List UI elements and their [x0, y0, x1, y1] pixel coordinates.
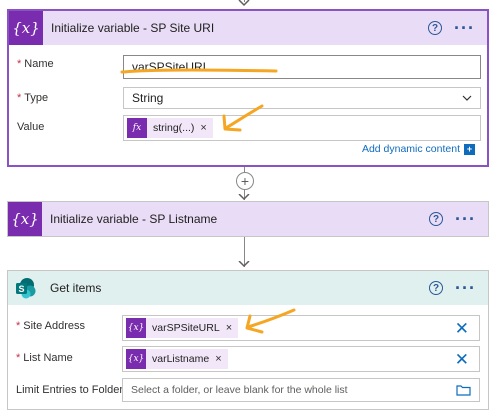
action-header[interactable]: {x} Initialize variable - SP Site URI ? …	[9, 11, 487, 45]
help-icon[interactable]: ?	[428, 21, 443, 35]
variable-token[interactable]: {x} varSPSiteURL ×	[126, 318, 239, 338]
expression-token[interactable]: fx string(...) ×	[127, 118, 213, 138]
help-icon[interactable]: ?	[429, 212, 444, 226]
action-title: Initialize variable - SP Site URI	[51, 21, 215, 35]
name-label: * Name	[17, 58, 54, 70]
clear-icon[interactable]: ✕	[455, 320, 469, 337]
variable-icon: {x}	[126, 349, 146, 369]
chevron-down-icon	[462, 95, 472, 101]
more-options-icon[interactable]: ···	[454, 19, 475, 37]
remove-token-icon[interactable]: ×	[200, 122, 206, 134]
list-name-label: * List Name	[16, 352, 73, 364]
arrow-down-icon	[238, 0, 250, 7]
expression-icon: fx	[127, 118, 147, 138]
value-label: Value	[17, 121, 45, 133]
type-label: * Type	[17, 92, 49, 104]
action-header[interactable]: {x} Initialize variable - SP Listname ? …	[8, 202, 488, 236]
folder-icon[interactable]	[456, 384, 471, 396]
variable-token-label: varListname	[152, 353, 210, 365]
add-icon: +	[464, 143, 475, 155]
remove-token-icon[interactable]: ×	[226, 322, 232, 334]
type-select[interactable]: String	[123, 87, 481, 109]
action-card-get-items[interactable]: S Get items ? ··· * Site Address {x} varS…	[7, 270, 489, 410]
variable-icon: {x}	[8, 202, 42, 236]
svg-text:S: S	[18, 284, 24, 294]
action-header[interactable]: S Get items ? ···	[8, 271, 488, 305]
name-field[interactable]: varSPSiteURL	[123, 55, 481, 79]
action-title: Get items	[50, 281, 102, 295]
remove-token-icon[interactable]: ×	[215, 353, 221, 365]
more-options-icon[interactable]: ···	[455, 279, 476, 297]
variable-icon: {x}	[126, 318, 146, 338]
site-address-label: * Site Address	[16, 320, 86, 332]
sharepoint-icon: S	[8, 271, 42, 305]
variable-token-label: varSPSiteURL	[152, 322, 220, 334]
variable-icon: {x}	[9, 11, 43, 45]
limit-folder-field[interactable]: Select a folder, or leave blank for the …	[122, 378, 480, 402]
limit-folder-label: Limit Entries to Folder	[16, 384, 123, 396]
insert-step-button[interactable]: +	[236, 172, 254, 190]
arrow-down-icon	[238, 261, 250, 268]
list-name-field[interactable]: {x} varListname × ✕	[122, 346, 480, 372]
action-card-init-site-uri[interactable]: {x} Initialize variable - SP Site URI ? …	[7, 9, 489, 167]
clear-icon[interactable]: ✕	[455, 351, 469, 368]
value-field[interactable]: fx string(...) ×	[123, 115, 481, 141]
more-options-icon[interactable]: ···	[455, 210, 476, 228]
action-card-init-listname[interactable]: {x} Initialize variable - SP Listname ? …	[7, 201, 489, 237]
expression-token-label: string(...)	[153, 122, 195, 134]
help-icon[interactable]: ?	[429, 281, 444, 295]
add-dynamic-content-link[interactable]: Add dynamic content +	[362, 143, 475, 155]
site-address-field[interactable]: {x} varSPSiteURL × ✕	[122, 315, 480, 341]
action-title: Initialize variable - SP Listname	[50, 212, 218, 226]
variable-token[interactable]: {x} varListname ×	[126, 349, 228, 369]
